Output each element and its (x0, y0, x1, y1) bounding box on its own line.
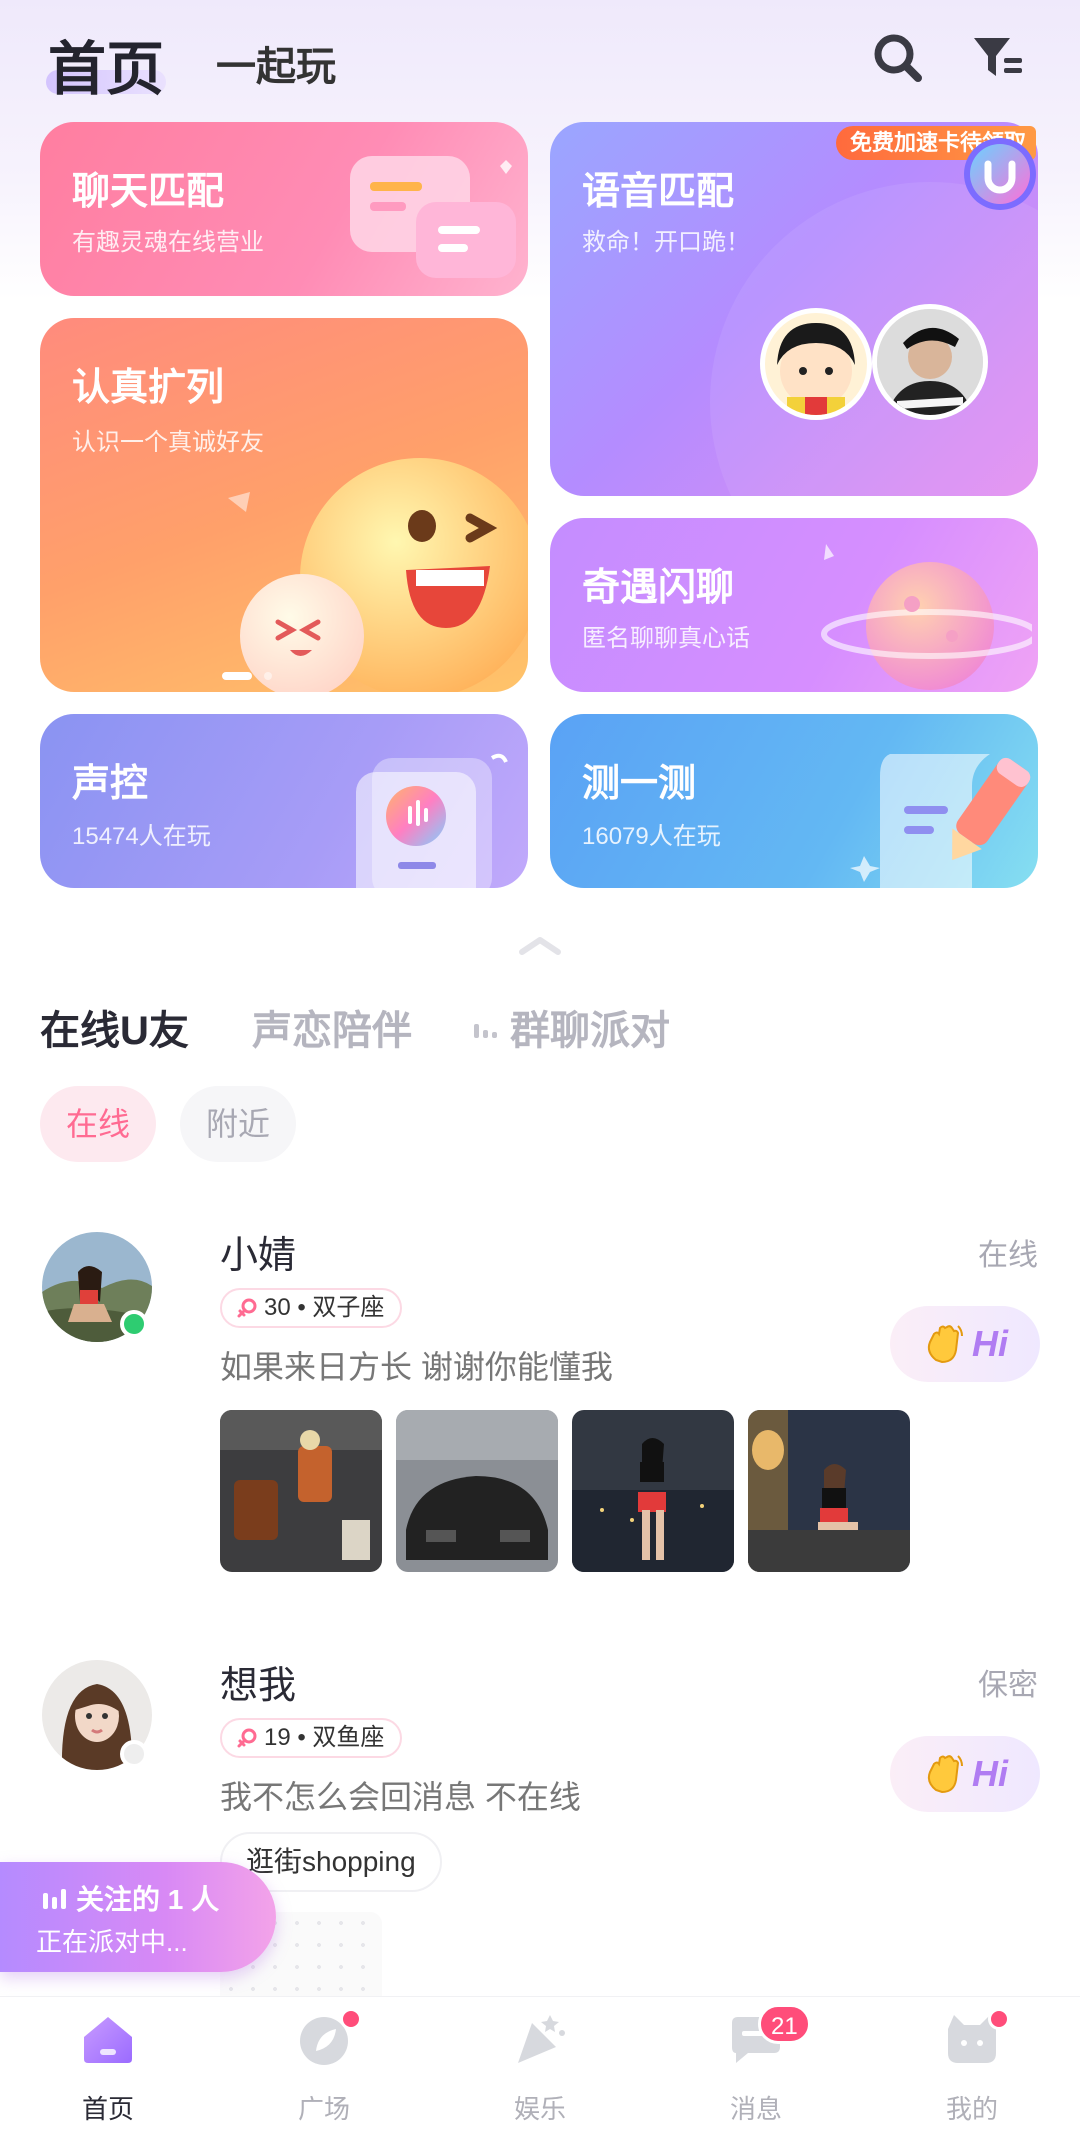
card-title: 语音匹配 (582, 171, 735, 213)
say-hi-button[interactable]: Hi (890, 1306, 1040, 1382)
card-subtitle: 有趣灵魂在线营业 (72, 229, 264, 256)
audio-bars-icon (474, 1024, 497, 1038)
tab-group-party[interactable]: 群聊派对 (510, 998, 670, 1056)
user-status: 在线 (978, 1239, 1038, 1272)
party-subtitle: 正在派对中... (36, 1927, 188, 1957)
age-zodiac-text: 19 • 双鱼座 (264, 1724, 385, 1751)
party-title-text: 关注的 1 人 (76, 1884, 220, 1915)
party-title: 关注的 1 人 (42, 1878, 219, 1918)
card-title: 奇遇闪聊 (582, 567, 735, 609)
user-photo[interactable] (220, 1410, 382, 1572)
nav-label: 消息 (729, 2094, 782, 2124)
nav-item-profile[interactable]: 我的 (882, 1997, 1062, 2132)
pencil-paper-icon (850, 754, 1031, 888)
offline-status-dot (120, 1740, 148, 1768)
age-zodiac-tag: 30 • 双子座 (220, 1288, 403, 1328)
nav-label: 娱乐 (513, 2094, 566, 2124)
user-name[interactable]: 小婧 (220, 1224, 296, 1279)
voice-card-icon (356, 753, 508, 888)
filter-icon[interactable] (970, 30, 1026, 86)
unread-count-badge: 21 (758, 2004, 811, 2044)
card-title: 声控 (72, 763, 149, 805)
nav-label: 首页 (81, 2094, 134, 2124)
chat-match-card[interactable]: 聊天匹配 有趣灵魂在线营业 (40, 122, 528, 296)
hi-label: Hi (972, 1323, 1008, 1364)
nav-label: 我的 (945, 2094, 998, 2124)
nav-item-messages[interactable]: 消息 (666, 1997, 846, 2132)
tab-home[interactable]: 首页 (48, 22, 164, 106)
card-title: 测一测 (582, 763, 697, 805)
user-photo[interactable] (396, 1410, 558, 1572)
cartoon-avatar (760, 308, 872, 420)
card-title: 聊天匹配 (72, 171, 225, 213)
anonymous-chat-card[interactable]: 奇遇闪聊 匿名聊聊真心话 (550, 518, 1038, 692)
party-popper-icon (518, 2015, 565, 2063)
planet-icon (821, 544, 1032, 690)
age-zodiac-tag: 19 • 双鱼座 (220, 1718, 403, 1758)
hi-label: Hi (972, 1753, 1008, 1794)
card-subtitle: 救命！开口跪！ (582, 229, 750, 256)
waving-hand-icon (927, 1325, 963, 1364)
test-quiz-card[interactable]: 测一测 16079人在玩 (550, 714, 1038, 888)
boost-magnet-icon[interactable] (960, 134, 1040, 214)
user-status: 保密 (978, 1669, 1038, 1702)
filter-online-chip[interactable]: 在线 (40, 1086, 156, 1162)
tab-play-together[interactable]: 一起玩 (216, 34, 336, 92)
female-icon (237, 1728, 257, 1748)
user-bio: 如果来日方长 谢谢你能懂我 (220, 1349, 613, 1385)
card-subtitle: 16079人在玩 (582, 823, 721, 850)
audio-bars-icon (43, 1889, 66, 1909)
filter-nearby-chip[interactable]: 附近 (180, 1086, 296, 1162)
age-zodiac-text: 30 • 双子座 (264, 1294, 385, 1321)
chevron-up-icon[interactable] (516, 934, 564, 958)
chat-bubbles-icon (350, 156, 516, 278)
female-icon (237, 1298, 257, 1318)
card-subtitle: 匿名聊聊真心话 (582, 625, 750, 652)
card-subtitle: 15474人在玩 (72, 823, 211, 850)
user-bio: 我不怎么会回消息 不在线 (220, 1779, 581, 1815)
user-name[interactable]: 想我 (220, 1654, 296, 1709)
notification-dot (340, 2008, 362, 2030)
card-title: 认真扩列 (72, 367, 225, 409)
user-photo[interactable] (572, 1410, 734, 1572)
search-icon[interactable] (870, 30, 926, 86)
voice-control-card[interactable]: 声控 15474人在玩 (40, 714, 528, 888)
following-party-float[interactable]: 关注的 1 人 正在派对中... (0, 1862, 276, 1972)
user-photo[interactable] (748, 1410, 910, 1572)
nav-item-entertainment[interactable]: 娱乐 (450, 1997, 630, 2132)
online-status-dot (120, 1310, 148, 1338)
user-avatar-photo (872, 304, 988, 420)
tab-voice-companion[interactable]: 声恋陪伴 (252, 998, 412, 1056)
serious-friend-card[interactable]: 认真扩列 认识一个真诚好友 (40, 318, 528, 692)
nav-item-square[interactable]: 广场 (234, 1997, 414, 2132)
pager-dots (222, 672, 272, 680)
say-hi-button[interactable]: Hi (890, 1736, 1040, 1812)
smiley-faces-icon (228, 458, 528, 692)
nav-item-home[interactable]: 首页 (18, 1997, 198, 2132)
notification-dot (988, 2008, 1010, 2030)
bottom-navigation: 首页 广场 娱乐 消息 我的 (0, 1996, 1080, 2132)
top-header: 首页 一起玩 (0, 0, 1080, 110)
waving-hand-icon (927, 1755, 963, 1794)
home-icon (84, 2017, 132, 2063)
tab-online-friends[interactable]: 在线U友 (40, 998, 189, 1056)
nav-label: 广场 (297, 2094, 350, 2124)
